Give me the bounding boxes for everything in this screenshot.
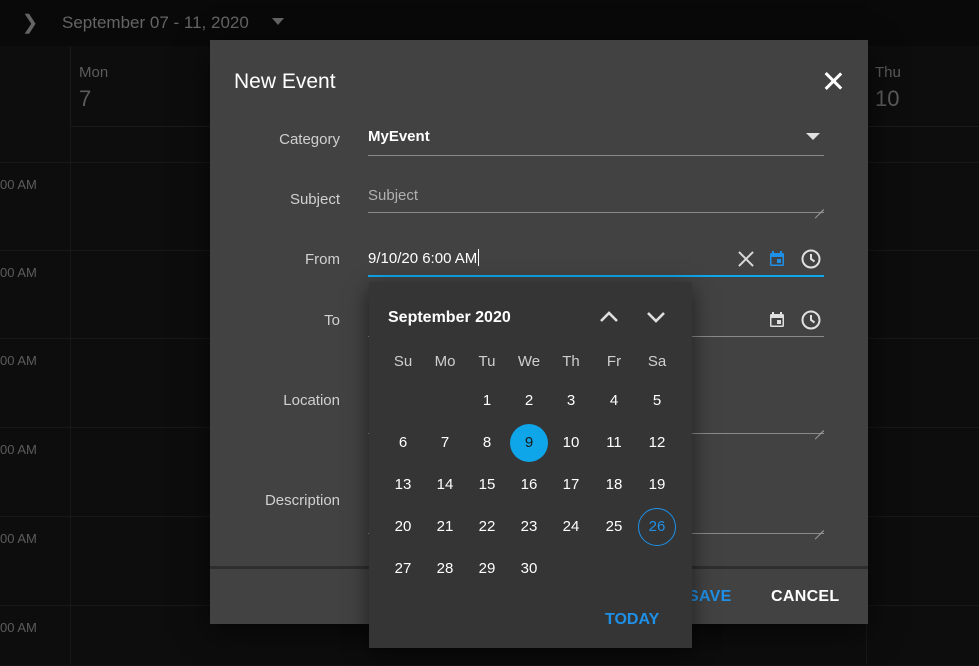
calendar-day[interactable]: 29 — [466, 548, 508, 590]
calendar-day-label: 18 — [605, 476, 623, 493]
calendar-day-label: 15 — [478, 476, 496, 493]
calendar-day-label: 16 — [520, 476, 538, 493]
subject-label: Subject — [289, 191, 340, 208]
to-label: To — [324, 312, 340, 329]
chevron-up-icon[interactable] — [598, 307, 620, 327]
calendar-day[interactable]: 6 — [382, 422, 424, 464]
calendar-day-label: 9 — [510, 424, 548, 462]
calendar-icon[interactable] — [766, 309, 788, 331]
calendar-day-label: 27 — [394, 560, 412, 577]
from-value-text: 9/10/20 6:00 AM — [368, 250, 478, 267]
calendar-day-label: 13 — [394, 476, 412, 493]
calendar-day[interactable]: 5 — [636, 380, 678, 422]
subject-field[interactable]: Subject — [368, 185, 824, 213]
calendar-day[interactable]: 2 — [508, 380, 550, 422]
calendar-day-label: 14 — [436, 476, 454, 493]
clock-icon[interactable] — [800, 248, 822, 270]
calendar-day[interactable]: 26 — [636, 506, 678, 548]
weekday-header: We — [517, 353, 541, 370]
clock-icon[interactable] — [800, 309, 822, 331]
calendar-day[interactable]: 8 — [466, 422, 508, 464]
cancel-button[interactable]: CANCEL — [771, 588, 839, 606]
calendar-day-label: 8 — [482, 434, 492, 451]
description-label: Description — [264, 492, 340, 509]
from-value: 9/10/20 6:00 AM — [368, 249, 480, 267]
date-picker-popup: September 2020 Su Mo Tu We Th Fr Sa 1234… — [369, 282, 692, 648]
weekday-header: Mo — [434, 353, 456, 370]
weekday-header: Su — [393, 353, 413, 370]
from-datetime-input[interactable]: 9/10/20 6:00 AM — [368, 244, 824, 277]
calendar-day-label: 17 — [562, 476, 580, 493]
calendar-day-label: 5 — [652, 392, 662, 409]
calendar-day[interactable]: 7 — [424, 422, 466, 464]
calendar-day-label: 12 — [648, 434, 666, 451]
calendar-month-title[interactable]: September 2020 — [388, 309, 511, 327]
calendar-day-label: 6 — [398, 434, 408, 451]
calendar-day[interactable]: 16 — [508, 464, 550, 506]
save-button[interactable]: SAVE — [688, 588, 732, 606]
calendar-day-label: 4 — [609, 392, 619, 409]
calendar-day-label: 10 — [562, 434, 580, 451]
calendar-day-label: 2 — [524, 392, 534, 409]
calendar-day[interactable]: 23 — [508, 506, 550, 548]
calendar-day[interactable]: 20 — [382, 506, 424, 548]
calendar-day-label: 28 — [436, 560, 454, 577]
calendar-day-label: 29 — [478, 560, 496, 577]
calendar-day[interactable]: 28 — [424, 548, 466, 590]
subject-placeholder: Subject — [368, 187, 419, 204]
calendar-day-label: 19 — [648, 476, 666, 493]
weekday-header: Th — [562, 353, 580, 370]
text-cursor — [478, 249, 480, 266]
weekday-header: Tu — [478, 353, 496, 370]
category-label: Category — [279, 131, 340, 148]
weekday-header: Fr — [606, 353, 622, 370]
calendar-day[interactable]: 27 — [382, 548, 424, 590]
calendar-day[interactable]: 21 — [424, 506, 466, 548]
calendar-day[interactable]: 11 — [593, 422, 635, 464]
calendar-day[interactable]: 19 — [636, 464, 678, 506]
calendar-day[interactable]: 15 — [466, 464, 508, 506]
resize-grip-icon[interactable] — [814, 200, 824, 210]
calendar-day-label: 3 — [566, 392, 576, 409]
calendar-day-label: 22 — [478, 518, 496, 535]
today-button[interactable]: TODAY — [605, 611, 659, 629]
chevron-down-icon[interactable] — [645, 307, 667, 327]
category-dropdown[interactable]: MyEvent — [368, 126, 824, 156]
calendar-day-label: 21 — [436, 518, 454, 535]
calendar-day[interactable]: 12 — [636, 422, 678, 464]
resize-grip-icon[interactable] — [814, 521, 824, 531]
calendar-day[interactable]: 3 — [550, 380, 592, 422]
calendar-day-label: 26 — [638, 508, 676, 546]
from-label: From — [305, 251, 340, 268]
calendar-day[interactable]: 18 — [593, 464, 635, 506]
calendar-day-label: 25 — [605, 518, 623, 535]
calendar-day[interactable]: 22 — [466, 506, 508, 548]
calendar-day[interactable]: 1 — [466, 380, 508, 422]
category-value: MyEvent — [368, 128, 430, 145]
calendar-day-label: 30 — [520, 560, 538, 577]
dialog-title: New Event — [234, 70, 336, 93]
calendar-day[interactable]: 9 — [508, 422, 550, 464]
calendar-day-label: 11 — [606, 434, 622, 451]
caret-down-icon — [806, 133, 820, 140]
calendar-day[interactable]: 10 — [550, 422, 592, 464]
weekday-header: Sa — [647, 353, 667, 370]
close-icon[interactable] — [820, 68, 846, 94]
calendar-day[interactable]: 24 — [550, 506, 592, 548]
resize-grip-icon[interactable] — [814, 421, 824, 431]
calendar-day[interactable]: 14 — [424, 464, 466, 506]
calendar-day[interactable]: 30 — [508, 548, 550, 590]
calendar-day[interactable]: 13 — [382, 464, 424, 506]
calendar-day-label: 7 — [440, 434, 450, 451]
clear-icon[interactable] — [735, 248, 757, 270]
calendar-day-label: 1 — [482, 392, 492, 409]
calendar-day[interactable]: 25 — [593, 506, 635, 548]
location-label: Location — [283, 392, 340, 409]
calendar-icon[interactable] — [766, 248, 788, 270]
calendar-day[interactable]: 4 — [593, 380, 635, 422]
calendar-day-label: 24 — [562, 518, 580, 535]
calendar-day-label: 23 — [520, 518, 538, 535]
calendar-day[interactable]: 17 — [550, 464, 592, 506]
calendar-day-label: 20 — [394, 518, 412, 535]
